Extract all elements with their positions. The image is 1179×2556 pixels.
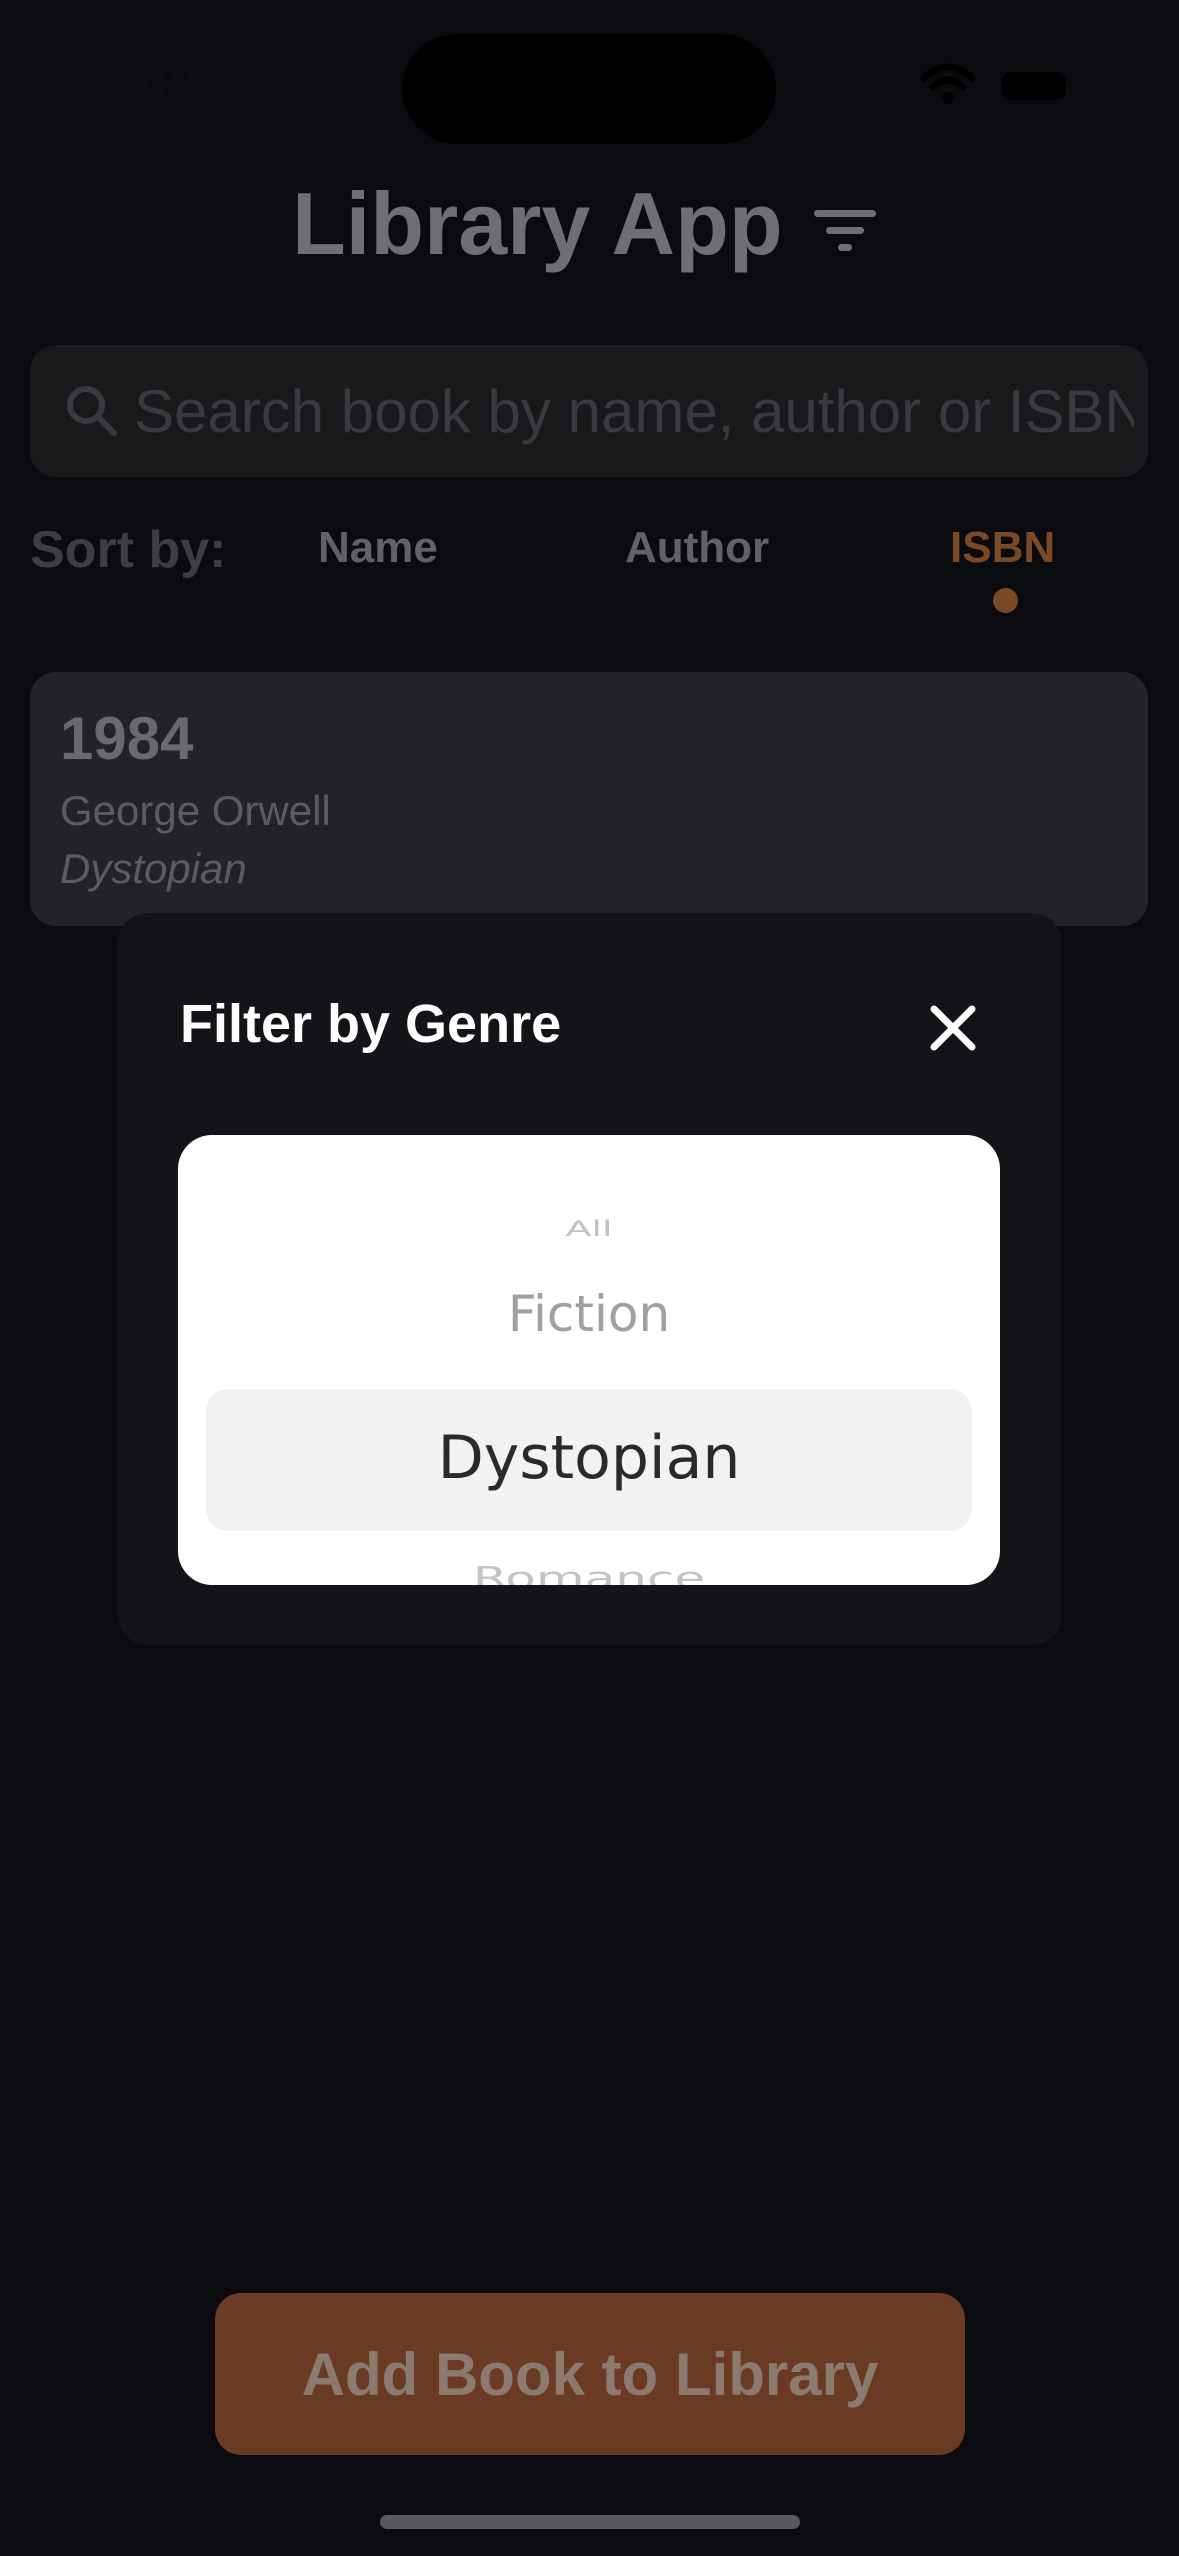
sort-option-author[interactable]: Author [625, 523, 769, 573]
library-screen: 09:55 Library App Sort by: Name Author I… [0, 0, 1179, 2556]
wifi-icon [920, 63, 976, 104]
picker-option-fiction[interactable]: Fiction [178, 1285, 1000, 1343]
sort-label: Sort by: [30, 521, 227, 579]
dynamic-island [402, 34, 776, 144]
genre-picker[interactable]: All Fiction Dystopian Romance [178, 1135, 1000, 1585]
book-genre: Dystopian [60, 845, 247, 892]
sort-active-indicator [993, 588, 1018, 613]
battery-icon [1002, 72, 1066, 100]
search-input[interactable] [134, 345, 1134, 477]
book-title: 1984 [60, 705, 194, 772]
picker-option-all[interactable]: All [178, 1217, 1000, 1241]
picker-option-dystopian[interactable]: Dystopian [178, 1423, 1000, 1493]
page-title: Library App [292, 174, 783, 273]
filter-modal: Filter by Genre All Fiction Dystopian Ro… [118, 913, 1062, 1645]
search-icon [67, 386, 117, 436]
home-indicator[interactable] [380, 2515, 800, 2529]
add-book-button[interactable]: Add Book to Library [215, 2293, 965, 2455]
close-icon[interactable] [918, 993, 988, 1063]
status-time: 09:55 [140, 56, 273, 112]
sort-option-name[interactable]: Name [318, 523, 438, 573]
sort-option-isbn[interactable]: ISBN [950, 523, 1055, 573]
search-bar[interactable] [30, 345, 1148, 477]
filter-icon[interactable] [810, 200, 880, 260]
picker-option-romance[interactable]: Romance [178, 1561, 1000, 1585]
modal-title: Filter by Genre [180, 994, 562, 1054]
book-card[interactable]: 1984 George Orwell Dystopian [30, 672, 1148, 926]
book-author: George Orwell [60, 787, 331, 834]
